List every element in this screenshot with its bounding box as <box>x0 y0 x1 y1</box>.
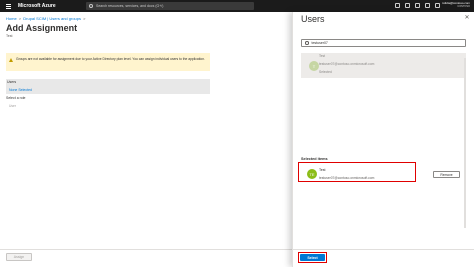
remove-button[interactable]: Remove <box>433 171 460 178</box>
feedback-icon[interactable] <box>435 3 440 8</box>
help-icon[interactable] <box>425 3 430 8</box>
avatar: TE <box>307 169 317 179</box>
notifications-icon[interactable] <box>405 3 410 8</box>
selected-item: TE Test testuser07@contoso.onmicrosoft.c… <box>298 162 416 182</box>
search-icon <box>305 41 309 45</box>
panel-title: Users <box>301 14 325 24</box>
settings-icon[interactable] <box>415 3 420 8</box>
account-tenant: CONTOSO <box>457 5 470 8</box>
result-status: Selected <box>319 70 332 74</box>
role-label: Select a role <box>6 96 26 100</box>
close-icon[interactable]: ✕ <box>464 15 470 21</box>
role-value: User <box>9 104 16 108</box>
selected-item-name: Test <box>319 168 326 172</box>
warning-banner: Groups are not available for assignment … <box>6 53 210 71</box>
result-name: Test <box>319 54 326 58</box>
footer-divider <box>0 249 292 250</box>
assign-button[interactable]: Assign <box>6 253 32 261</box>
warning-icon <box>9 58 13 62</box>
avatar: T <box>309 61 319 71</box>
result-email: testuser07@contoso.onmicrosoft.com <box>319 62 375 66</box>
topbar-icons <box>395 3 440 8</box>
top-bar: Microsoft Azure Search resources, servic… <box>0 0 474 12</box>
selected-items-heading: Selected items <box>301 157 328 161</box>
global-search-input[interactable]: Search resources, services, and docs (G+… <box>86 2 254 10</box>
user-search-value: testuser07 <box>311 41 328 45</box>
page-subtitle: Test <box>6 34 13 38</box>
breadcrumb-separator: > <box>18 16 22 21</box>
cloud-shell-icon[interactable] <box>395 3 400 8</box>
breadcrumb-home[interactable]: Home <box>6 16 17 21</box>
users-selector[interactable]: Users None Selected <box>6 79 210 94</box>
users-label: Users <box>7 80 17 84</box>
search-icon <box>89 4 93 8</box>
account-menu[interactable]: rolicla@contoso.com CONTOSO <box>442 1 470 9</box>
search-result-item[interactable]: T Test testuser07@contoso.onmicrosoft.co… <box>301 53 466 78</box>
users-panel: Users ✕ testuser07 T Test testuser07@con… <box>292 12 474 267</box>
user-search-input[interactable]: testuser07 <box>301 39 466 47</box>
breadcrumb-separator: > <box>83 16 86 21</box>
panel-scrollbar[interactable] <box>464 58 466 228</box>
brand-name[interactable]: Microsoft Azure <box>18 3 56 9</box>
select-button[interactable]: Select <box>300 254 325 261</box>
page-title: Add Assignment <box>6 23 78 33</box>
warning-text: Groups are not available for assignment … <box>16 57 205 61</box>
panel-footer-divider <box>293 249 474 250</box>
global-search-placeholder: Search resources, services, and docs (G+… <box>96 4 164 8</box>
breadcrumb-app-users[interactable]: Drupal SCIM | Users and groups <box>23 16 81 21</box>
breadcrumb: Home > Drupal SCIM | Users and groups > <box>6 16 86 21</box>
selected-item-email: testuser07@contoso.onmicrosoft.com <box>319 176 375 180</box>
portal-menu-icon[interactable] <box>3 0 13 12</box>
users-value-link[interactable]: None Selected <box>9 88 32 92</box>
